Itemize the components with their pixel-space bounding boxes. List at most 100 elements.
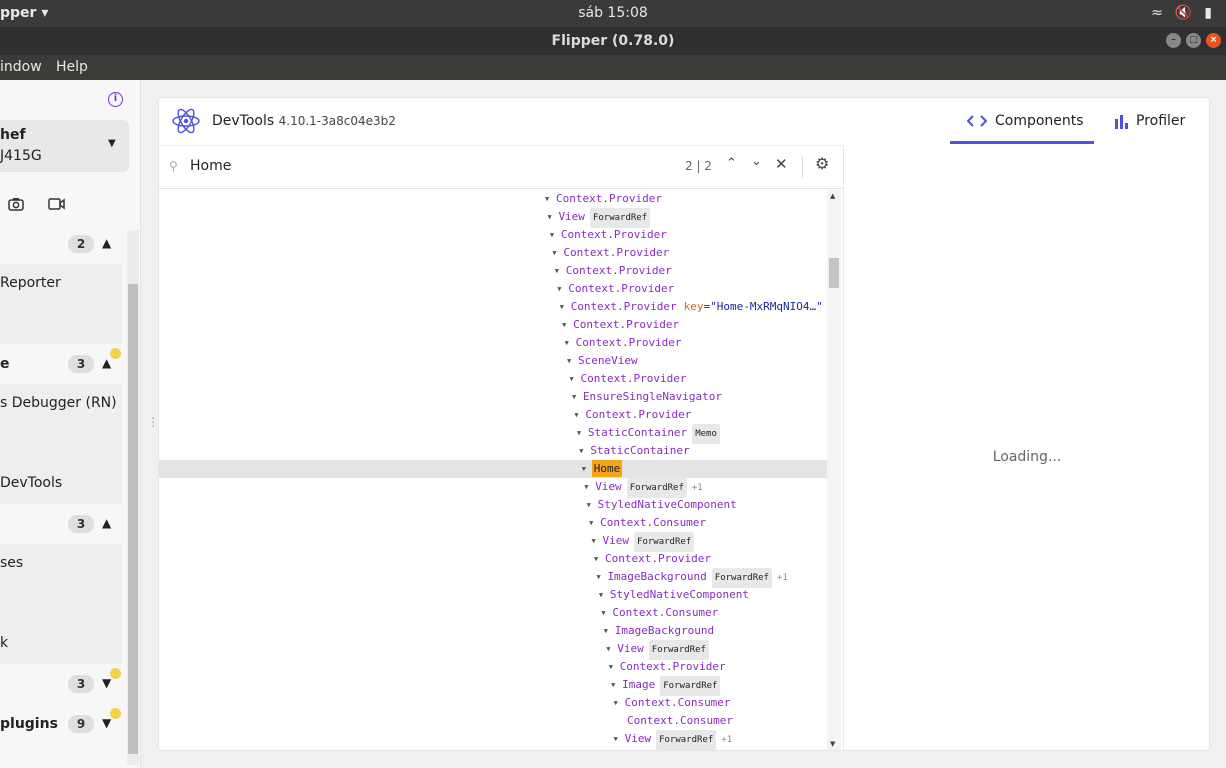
info-icon[interactable]: i: [108, 92, 123, 107]
tree-row[interactable]: ▼ View ForwardRef +1: [159, 478, 827, 498]
hoc-badge: ForwardRef: [648, 640, 709, 660]
tab-components-label: Components: [995, 113, 1084, 129]
expand-toggle-icon[interactable]: ▼: [599, 586, 609, 604]
expand-toggle-icon[interactable]: ▼: [614, 730, 624, 748]
menu-window[interactable]: indow: [0, 59, 42, 75]
tree-row[interactable]: ▼ Context.Provider: [159, 334, 827, 352]
expand-toggle-icon[interactable]: ▼: [574, 406, 584, 424]
expand-toggle-icon[interactable]: ▼: [587, 496, 597, 514]
plugin-item[interactable]: k: [0, 635, 8, 651]
clock[interactable]: sáb 15:08: [0, 5, 1226, 21]
scroll-down-arrow[interactable]: ▼: [830, 740, 835, 748]
tree-row[interactable]: ▼ StyledNativeComponent: [159, 496, 827, 514]
tree-row[interactable]: ▼ Context.Provider: [159, 370, 827, 388]
tab-profiler[interactable]: Profiler: [1114, 113, 1185, 129]
chevron-up-icon: ▲: [102, 356, 112, 370]
video-icon[interactable]: [48, 197, 65, 211]
tree-row[interactable]: ▼ ImageBackground ForwardRef +1: [159, 568, 827, 588]
search-icon: ⚲: [169, 159, 178, 173]
maximize-button[interactable]: □: [1186, 33, 1201, 48]
tree-row[interactable]: ▼ Context.Consumer: [159, 514, 827, 532]
expand-toggle-icon[interactable]: ▼: [567, 352, 577, 370]
tree-row[interactable]: ▼ Context.Provider: [159, 244, 827, 262]
hoc-badge: ForwardRef: [626, 478, 687, 498]
menu-help[interactable]: Help: [56, 59, 88, 75]
expand-toggle-icon[interactable]: ▼: [555, 262, 565, 280]
expand-toggle-icon[interactable]: ▼: [611, 676, 621, 694]
battery-icon[interactable]: ▮: [1204, 5, 1212, 21]
tree-row[interactable]: ▼ View ForwardRef: [159, 532, 827, 552]
tree-row[interactable]: ▼ Context.Provider: [159, 262, 827, 280]
expand-toggle-icon[interactable]: ▼: [545, 190, 555, 208]
expand-toggle-icon[interactable]: ▼: [596, 568, 606, 586]
tree-row[interactable]: ▼ Image ForwardRef: [159, 676, 827, 696]
tree-row[interactable]: ▼ StaticContainer: [159, 442, 827, 460]
tree-row[interactable]: ▼ SceneView: [159, 352, 827, 370]
tree-scrollbar-thumb[interactable]: [829, 258, 839, 288]
camera-icon[interactable]: [8, 197, 24, 211]
plugin-item[interactable]: Reporter: [0, 275, 61, 291]
expand-toggle-icon[interactable]: ▼: [584, 478, 594, 496]
tree-row[interactable]: ▼ Context.Consumer: [159, 694, 827, 712]
expand-toggle-icon[interactable]: ▼: [565, 334, 575, 352]
expand-toggle-icon[interactable]: ▼: [547, 208, 557, 226]
tree-row[interactable]: ▼ Context.Provider: [159, 316, 827, 334]
search-input[interactable]: [190, 158, 630, 174]
wifi-icon[interactable]: ≈: [1151, 5, 1163, 21]
component-tree[interactable]: ▼ Context.Provider ▼ View ForwardRef ▼ Context…: [159, 190, 827, 750]
expand-toggle-icon[interactable]: ▼: [592, 532, 602, 550]
plugin-item[interactable]: s Debugger (RN): [0, 395, 117, 411]
tree-row[interactable]: ▼ Context.Provider key="Home-MxRMqNIO4…": [159, 298, 827, 316]
tree-row[interactable]: ▼ Context.Provider: [159, 550, 827, 568]
tree-row[interactable]: ▼ ImageBackground: [159, 622, 827, 640]
expand-toggle-icon[interactable]: ▼: [577, 424, 587, 442]
component-name: StyledNativeComponent: [597, 498, 737, 511]
notification-dot: [110, 708, 121, 719]
tree-row[interactable]: ▼ StyledNativeComponent: [159, 586, 827, 604]
tree-row[interactable]: ▼ Context.Consumer: [159, 604, 827, 622]
next-result-button[interactable]: ⌄: [751, 154, 762, 169]
device-selector[interactable]: hef J415G ▼: [0, 120, 129, 172]
expand-toggle-icon[interactable]: ▼: [570, 370, 580, 388]
previous-result-button[interactable]: ⌃: [726, 156, 737, 171]
tree-row[interactable]: ▼ Context.Provider: [159, 190, 827, 208]
tree-row[interactable]: ▼ View ForwardRef: [159, 208, 827, 228]
hoc-badge: ForwardRef: [660, 676, 721, 696]
expand-toggle-icon[interactable]: ▼: [560, 298, 570, 316]
tree-row[interactable]: ▼ Context.Provider: [159, 280, 827, 298]
tree-row[interactable]: ▼ Context.Provider: [159, 406, 827, 424]
settings-button[interactable]: ⚙: [815, 154, 829, 173]
tree-row[interactable]: ▼ StaticContainer Memo: [159, 424, 827, 444]
expand-toggle-icon[interactable]: ▼: [572, 388, 582, 406]
expand-toggle-icon[interactable]: ▼: [609, 658, 619, 676]
tree-row[interactable]: Context.Consumer: [159, 712, 827, 730]
volume-muted-icon[interactable]: 🔇: [1175, 5, 1192, 21]
expand-toggle-icon[interactable]: ▼: [594, 550, 604, 568]
tree-row[interactable]: ▼ Home: [159, 460, 827, 478]
sidebar-scrollbar-thumb[interactable]: [128, 284, 138, 754]
tree-row[interactable]: ▼ View ForwardRef: [159, 640, 827, 660]
expand-toggle-icon[interactable]: ▼: [601, 604, 611, 622]
expand-toggle-icon[interactable]: ▼: [589, 514, 599, 532]
plugin-item[interactable]: DevTools: [0, 475, 62, 491]
expand-toggle-icon[interactable]: ▼: [614, 694, 624, 712]
expand-toggle-icon[interactable]: ▼: [550, 226, 560, 244]
expand-toggle-icon[interactable]: ▼: [552, 244, 562, 262]
minimize-button[interactable]: –: [1166, 33, 1181, 48]
close-window-button[interactable]: ×: [1206, 33, 1221, 48]
scroll-up-arrow[interactable]: ▲: [830, 192, 835, 200]
expand-toggle-icon[interactable]: ▼: [579, 442, 589, 460]
tree-row[interactable]: ▼ Context.Provider: [159, 658, 827, 676]
tree-row[interactable]: ▼ Context.Provider: [159, 226, 827, 244]
expand-toggle-icon[interactable]: ▼: [582, 460, 592, 478]
component-name: View: [602, 534, 630, 547]
clear-search-button[interactable]: ✕: [775, 155, 788, 173]
expand-toggle-icon[interactable]: ▼: [606, 640, 616, 658]
tree-row[interactable]: ▼ EnsureSingleNavigator: [159, 388, 827, 406]
tree-row[interactable]: ▼ View ForwardRef +1: [159, 730, 827, 750]
expand-toggle-icon[interactable]: ▼: [604, 622, 614, 640]
tab-components[interactable]: Components: [967, 113, 1084, 129]
expand-toggle-icon[interactable]: ▼: [562, 316, 572, 334]
plugin-item[interactable]: ses: [0, 555, 23, 571]
expand-toggle-icon[interactable]: ▼: [557, 280, 567, 298]
